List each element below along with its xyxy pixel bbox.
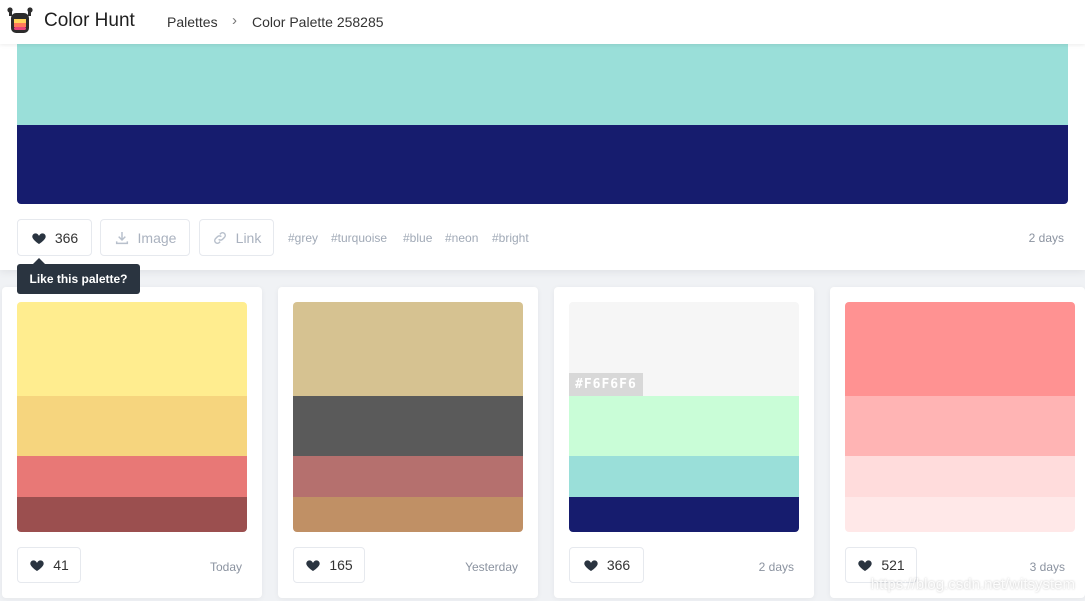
palette-color-swatch[interactable] xyxy=(569,396,799,456)
palette-preview[interactable] xyxy=(293,302,523,532)
like-count: 366 xyxy=(54,229,79,246)
tag-blue[interactable]: #blue xyxy=(403,231,432,245)
palette-card[interactable]: #F6F6F6 366 2 days xyxy=(554,287,814,598)
heart-icon xyxy=(306,560,320,571)
palette-color-swatch[interactable] xyxy=(845,396,1075,456)
like-tooltip: Like this palette? xyxy=(17,258,140,294)
heart-icon xyxy=(32,232,46,244)
like-button[interactable]: 165 xyxy=(293,547,365,583)
palette-color-swatch[interactable] xyxy=(293,456,523,497)
main-palette-card: 366 Image Link #grey #turquoise #blue #n… xyxy=(0,44,1085,270)
like-button[interactable]: 41 xyxy=(17,547,81,583)
brand-name[interactable]: Color Hunt xyxy=(44,10,135,32)
tag-turquoise[interactable]: #turquoise xyxy=(331,231,387,245)
download-icon xyxy=(115,231,128,244)
palette-color-swatch[interactable] xyxy=(293,396,523,456)
palette-preview[interactable]: #F6F6F6 xyxy=(569,302,799,532)
like-count: 521 xyxy=(881,557,905,573)
palette-color-swatch[interactable] xyxy=(569,456,799,497)
image-label: Image xyxy=(137,229,177,246)
palette-card[interactable]: 521 3 days xyxy=(830,287,1085,598)
palette-card[interactable]: 41 Today xyxy=(2,287,262,598)
like-count: 41 xyxy=(53,557,69,573)
palette-color-swatch[interactable] xyxy=(17,396,247,456)
copy-link-button[interactable]: Link xyxy=(199,219,274,256)
palette-color-swatch[interactable] xyxy=(845,497,1075,532)
palette-color-swatch[interactable] xyxy=(17,125,1068,204)
tag-neon[interactable]: #neon xyxy=(445,231,478,245)
breadcrumb-current: Color Palette 258285 xyxy=(252,14,384,30)
download-image-button[interactable]: Image xyxy=(100,219,190,256)
palette-date: 2 days xyxy=(1028,231,1064,245)
palette-color-swatch[interactable] xyxy=(17,456,247,497)
palette-color-swatch[interactable] xyxy=(293,302,523,396)
top-header: Color Hunt Palettes › Color Palette 2582… xyxy=(0,0,1085,44)
hex-code-label[interactable]: #F6F6F6 xyxy=(569,373,643,396)
like-count: 165 xyxy=(329,557,353,573)
palette-color-swatch[interactable] xyxy=(17,497,247,532)
like-button[interactable]: 366 xyxy=(17,219,92,256)
palette-preview[interactable] xyxy=(17,302,247,532)
palette-actions: 366 Image Link #grey #turquoise #blue #n… xyxy=(17,219,1068,256)
heart-icon xyxy=(30,560,44,571)
like-button[interactable]: 366 xyxy=(569,547,644,583)
link-icon xyxy=(213,231,226,244)
heart-icon xyxy=(858,560,872,571)
palette-card[interactable]: 165 Yesterday xyxy=(278,287,538,598)
tag-bright[interactable]: #bright xyxy=(492,231,529,245)
breadcrumb-palettes[interactable]: Palettes xyxy=(167,14,218,30)
palette-color-swatch[interactable] xyxy=(845,302,1075,396)
palette-color-swatch[interactable]: #F6F6F6 xyxy=(569,302,799,396)
palette-preview[interactable] xyxy=(845,302,1075,532)
link-label: Link xyxy=(235,229,262,246)
palette-color-swatch[interactable] xyxy=(17,302,247,396)
palette-color-swatch[interactable] xyxy=(293,497,523,532)
logo-icon[interactable] xyxy=(6,6,34,36)
watermark-text: https://blog.csdn.net/witsystem xyxy=(870,576,1075,593)
palette-date: 3 days xyxy=(1029,560,1065,574)
palette-color-swatch[interactable] xyxy=(845,456,1075,497)
palette-date: Today xyxy=(209,560,242,574)
heart-icon xyxy=(584,560,598,571)
palette-date: Yesterday xyxy=(465,560,518,574)
palette-color-swatch[interactable] xyxy=(569,497,799,532)
tag-grey[interactable]: #grey xyxy=(288,231,318,245)
palette-date: 2 days xyxy=(758,560,794,574)
palette-color-swatch[interactable] xyxy=(17,44,1068,125)
like-count: 366 xyxy=(606,557,631,573)
breadcrumb-separator: › xyxy=(232,12,237,29)
